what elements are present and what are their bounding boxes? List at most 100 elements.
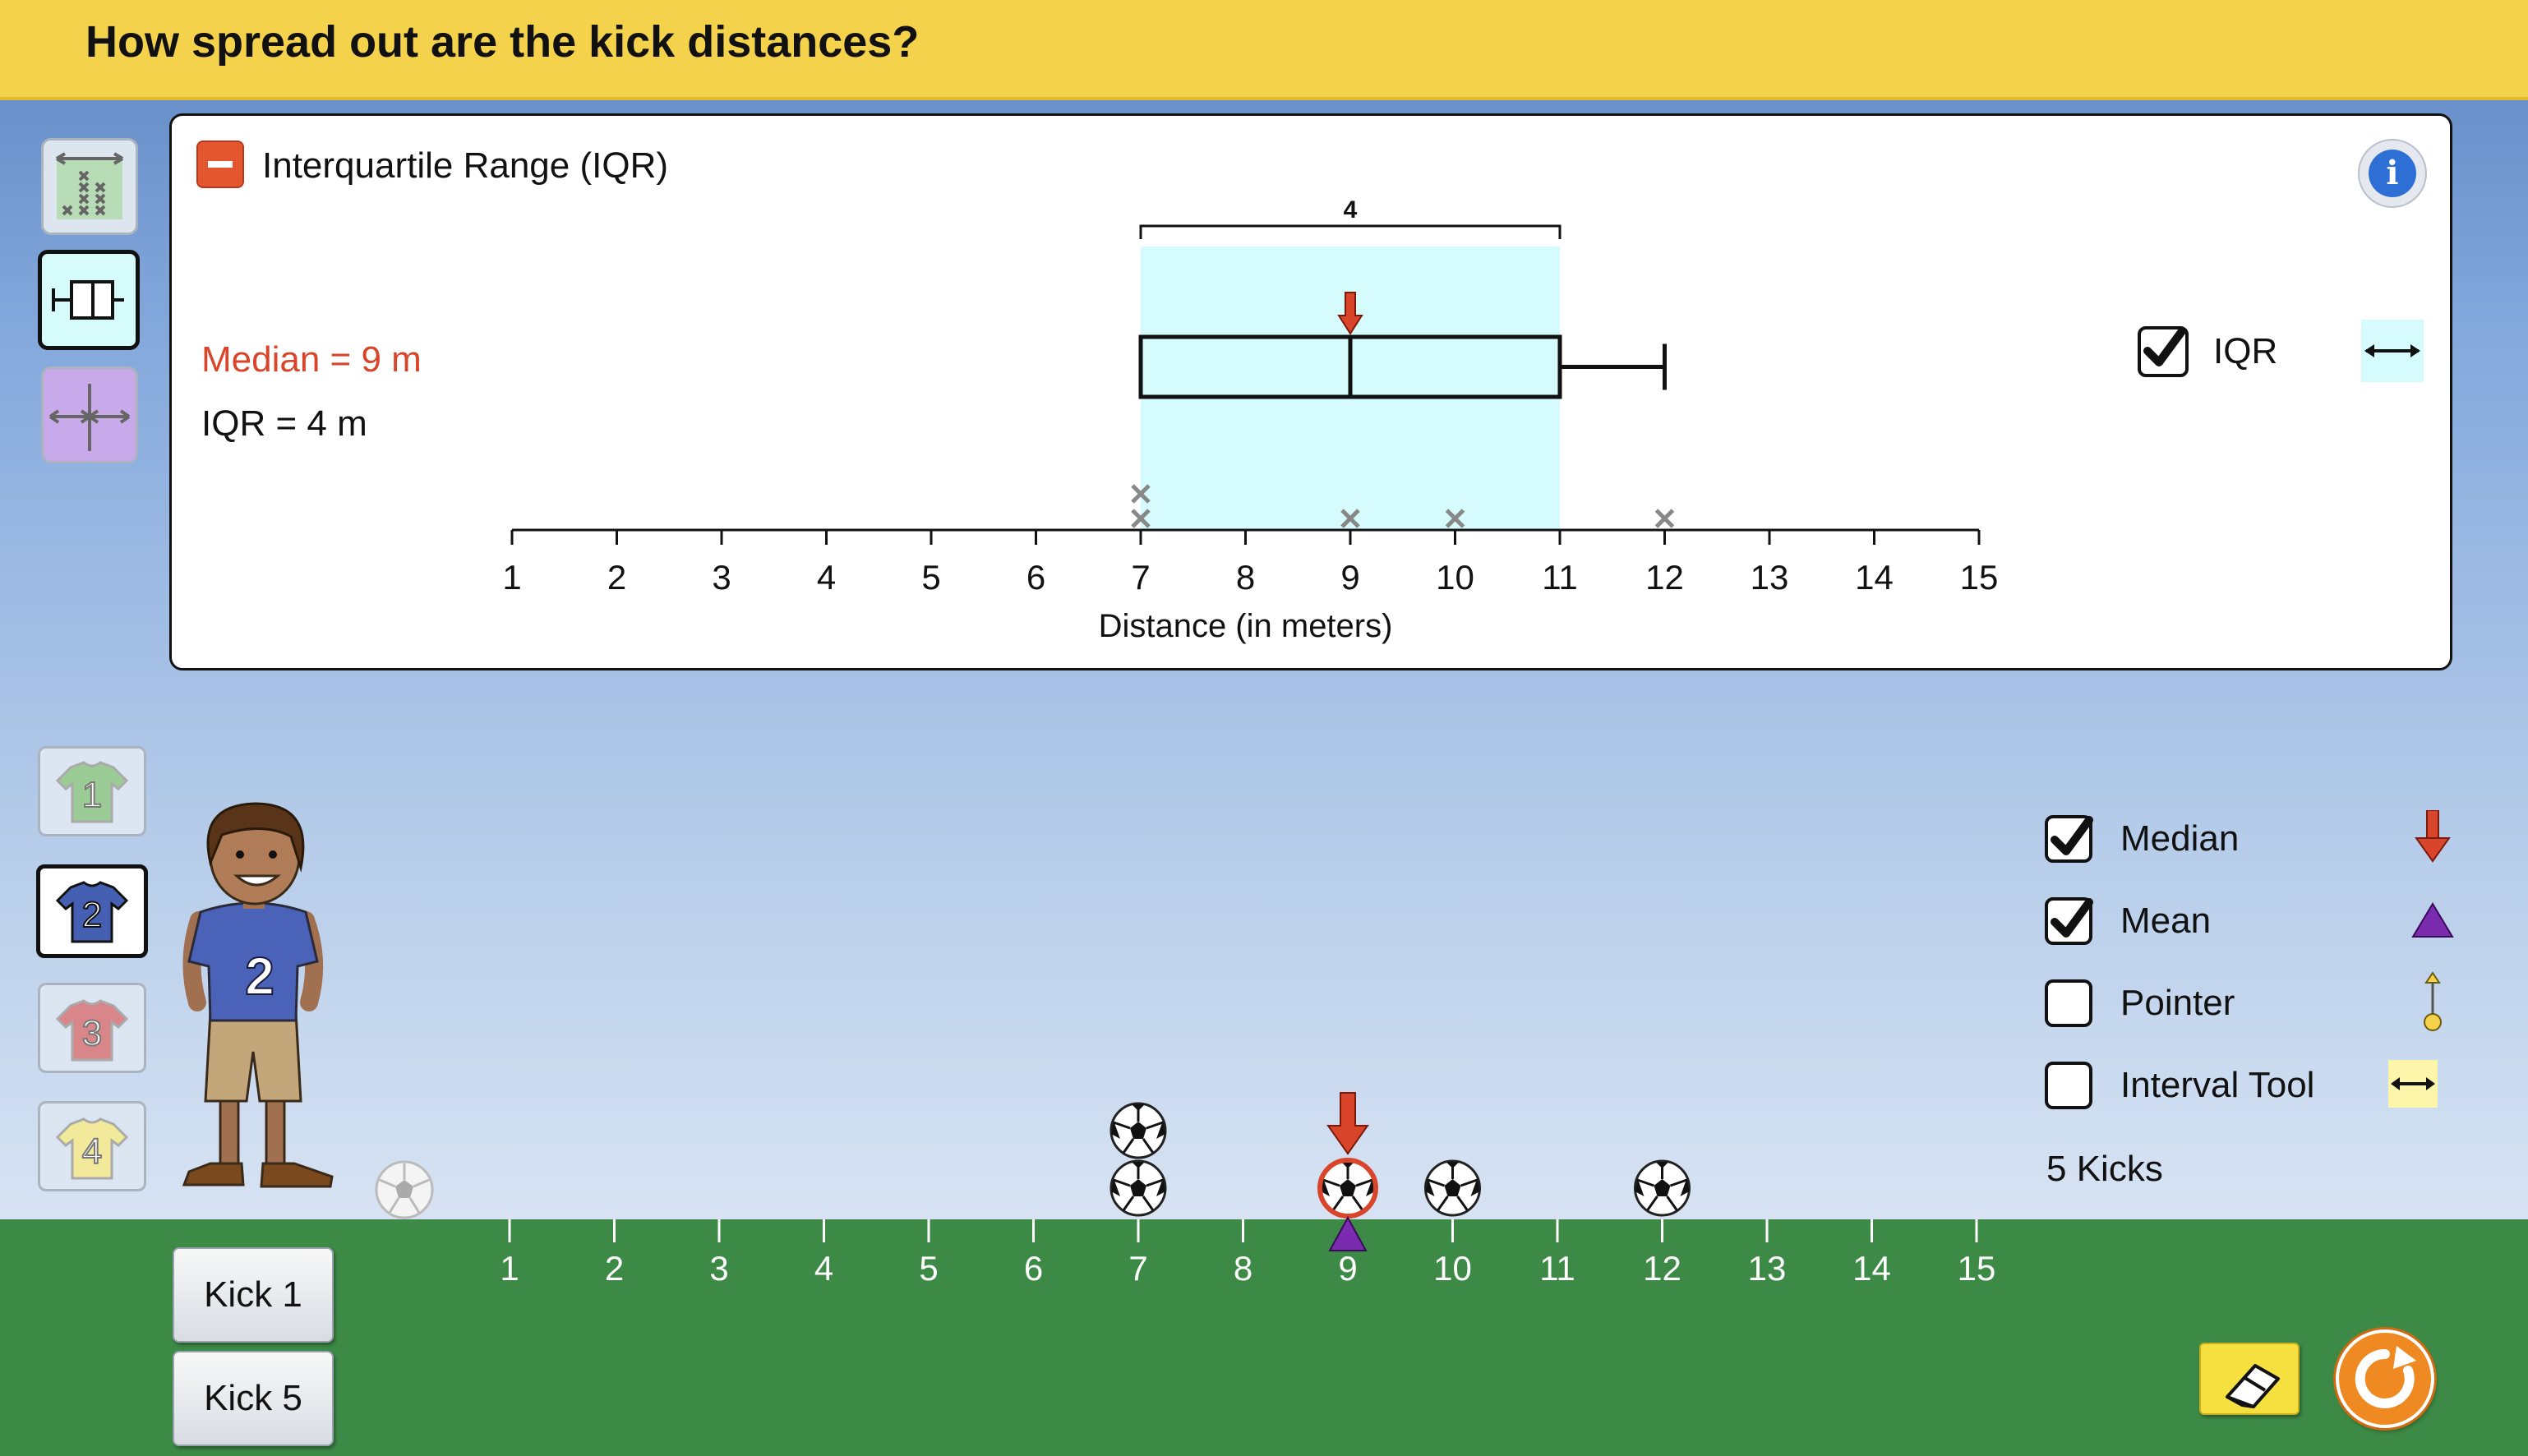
- median-marker-arrow: [1337, 292, 1363, 335]
- iqr-panel: Interquartile Range (IQR) i Median = 9 m…: [169, 113, 2452, 670]
- axis-tick-label: 12: [1645, 558, 1684, 597]
- ball-body: [1109, 1159, 1167, 1217]
- title-bar: How spread out are the kick distances?: [0, 0, 2528, 100]
- box-plot-chart: 41 2 3 4 5 6 7 8 9 10 11 12 13 14 15Distance (in meter…: [502, 196, 1998, 644]
- axis-tick-label: 8: [1236, 558, 1255, 597]
- ball-edge-patches: [1635, 1162, 1690, 1196]
- ball-patch: [1130, 1122, 1146, 1139]
- player-2-button[interactable]: [36, 864, 148, 958]
- collapse-button[interactable]: [196, 141, 244, 188]
- axis-tick-label: 10: [1436, 558, 1474, 597]
- pointer-label: Pointer: [2120, 983, 2235, 1023]
- data-point-x: [1654, 509, 1675, 528]
- ball-body: [1424, 1159, 1481, 1217]
- soccer-ball: [1319, 1159, 1377, 1217]
- range-icon: [48, 384, 131, 451]
- data-point-x: [1131, 509, 1151, 528]
- ball-edge-patches: [1321, 1162, 1375, 1196]
- iqr-bracket: [1139, 224, 1562, 239]
- player-3-button[interactable]: [38, 983, 146, 1073]
- panel-title: Interquartile Range (IQR): [262, 145, 668, 186]
- minus-icon: [208, 161, 233, 168]
- axis-tick-label: 7: [1131, 558, 1150, 597]
- data-point-x: [1131, 484, 1151, 504]
- ball-edge-patches: [1111, 1162, 1165, 1196]
- ball-edge-patches: [1111, 1104, 1165, 1139]
- box-q1-q3: [1138, 334, 1562, 399]
- player-1-button[interactable]: [38, 746, 146, 836]
- median-option[interactable]: Median: [2045, 809, 2472, 866]
- ball-body: [1319, 1159, 1377, 1217]
- median-arrow: [1326, 1092, 1369, 1155]
- ball-seams: [1322, 1163, 1373, 1211]
- axis-tick-label: 13: [1751, 558, 1789, 597]
- axis-tick-label: 11: [1542, 558, 1578, 597]
- ball-patch: [1444, 1179, 1461, 1196]
- info-button[interactable]: i: [2358, 139, 2427, 208]
- soccer-ball: [1109, 1159, 1167, 1217]
- ball-seams: [1428, 1163, 1478, 1211]
- axis-tick-label: 3: [712, 558, 731, 597]
- double-arrow-icon: [2364, 344, 2420, 357]
- axis-tick-label: 5: [921, 558, 940, 597]
- mean-triangle-icon: [2411, 902, 2454, 938]
- iqr-checkbox[interactable]: [2138, 326, 2189, 377]
- soccer-ball: [1109, 1102, 1167, 1159]
- ball-patch: [1130, 1179, 1146, 1196]
- median-checkbox[interactable]: [2045, 815, 2093, 863]
- axis-tick-label: 9: [1340, 558, 1359, 597]
- ball-seams: [1113, 1163, 1164, 1211]
- kick-5-button[interactable]: Kick 5: [173, 1351, 334, 1446]
- range-tool-button[interactable]: [41, 366, 138, 463]
- box-plot-tool-button[interactable]: [38, 250, 140, 350]
- eraser-icon: [2226, 1364, 2280, 1408]
- info-icon: i: [2369, 150, 2416, 197]
- iqr-band: [1141, 247, 1560, 530]
- axis-tick-label: 2: [607, 558, 626, 597]
- kicks-count: 5 Kicks: [2046, 1149, 2163, 1189]
- data-point-x: [1340, 509, 1360, 528]
- kick-1-button[interactable]: Kick 1: [173, 1247, 334, 1343]
- player-character: 2: [182, 802, 334, 1188]
- pointer-icon: [2424, 971, 2442, 1031]
- reset-icon: [2355, 1346, 2416, 1408]
- axis-title: Distance (in meters): [1099, 608, 1393, 644]
- checkmark-icon: [2051, 816, 2093, 855]
- player-4-button[interactable]: [38, 1101, 146, 1191]
- ball-edge-patches: [1425, 1162, 1480, 1196]
- ball-patch: [1340, 1179, 1356, 1196]
- axis-tick-label: 6: [1026, 558, 1045, 597]
- dot-plot-icon: [55, 152, 124, 219]
- axis-tick-label: 4: [817, 558, 836, 597]
- soccer-field: [0, 1219, 2528, 1456]
- mean-checkbox[interactable]: [2045, 897, 2093, 945]
- median-label: Median: [2120, 818, 2240, 859]
- eraser-button[interactable]: [2199, 1343, 2300, 1415]
- checkmark-icon: [2143, 327, 2186, 366]
- mean-option[interactable]: Mean: [2045, 891, 2472, 948]
- median-highlight-ring: [1317, 1158, 1378, 1219]
- data-point-x: [1445, 509, 1465, 528]
- axis-tick-label: 14: [1855, 558, 1894, 597]
- ball-patch: [1654, 1179, 1671, 1196]
- player-jersey-number: 2: [245, 947, 274, 1006]
- soccer-ball: [1634, 1159, 1691, 1217]
- interval-tool-checkbox[interactable]: [2045, 1062, 2092, 1109]
- pointer-option[interactable]: Pointer: [2045, 971, 2472, 1031]
- idle-ball: [375, 1160, 434, 1219]
- iqr-bracket-label: 4: [1344, 196, 1358, 223]
- soccer-ball: [1424, 1159, 1481, 1217]
- median-readout: Median = 9 m: [201, 339, 422, 380]
- dot-plot-tool-button[interactable]: [41, 138, 138, 235]
- iqr-swatch: [2361, 320, 2424, 382]
- checkmark-icon: [2051, 898, 2093, 938]
- axis-tick-label: 1: [502, 558, 521, 597]
- ball-body: [1634, 1159, 1691, 1217]
- mean-label: Mean: [2120, 901, 2212, 941]
- reset-button[interactable]: [2336, 1329, 2434, 1428]
- double-arrow-icon: [2391, 1077, 2435, 1090]
- box-plot-icon: [52, 280, 124, 320]
- pointer-checkbox[interactable]: [2045, 979, 2092, 1027]
- iqr-checkbox-label: IQR: [2213, 331, 2278, 371]
- interval-tool-option[interactable]: Interval Tool: [2045, 1055, 2472, 1113]
